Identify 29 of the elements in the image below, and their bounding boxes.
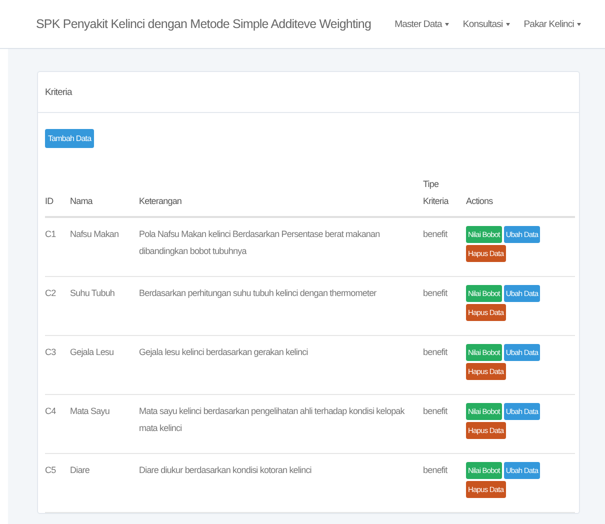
panel-title: Kriteria <box>38 72 579 113</box>
table-cell: Gejala Lesu <box>70 336 139 395</box>
nav-menu[interactable]: Konsultasi <box>462 18 510 30</box>
table-cell: Diare diukur berdasarkan kondisi kotoran kelinci <box>139 454 423 513</box>
caret-icon <box>506 22 510 26</box>
caret-icon <box>577 22 581 26</box>
table-cell: Diare <box>70 454 139 513</box>
nav-menu[interactable]: Master Data <box>394 18 449 30</box>
table-cell: C5 <box>45 454 70 513</box>
table-cell: Pola Nafsu Makan kelinci Berdasarkan Persentase berat makanan dibandingkan bobot tubuhnya <box>139 217 423 277</box>
caret-icon <box>444 22 449 26</box>
nav-menu[interactable]: Pakar Kelinci <box>524 18 581 30</box>
column-header: Nama <box>70 176 139 218</box>
table-cell: C1 <box>45 217 70 277</box>
table-cell: Mata sayu kelinci berdasarkan pengelihatan ahli terhadap kondisi kelopak mata kelinci <box>139 394 423 454</box>
column-header: Actions <box>466 176 575 218</box>
table-cell: Mata Sayu <box>70 394 139 454</box>
table-cell: Suhu Tubuh <box>70 276 139 336</box>
table-cell: C2 <box>45 276 70 336</box>
table-cell: C4 <box>45 394 70 454</box>
column-header: Tipe Kriteria <box>423 176 466 218</box>
add-data-button[interactable]: Tambah Data <box>45 129 94 148</box>
table-cell: Berdasarkan perhitungan suhu tubuh kelinci dengan thermometer <box>139 276 423 336</box>
column-header: ID <box>45 176 70 218</box>
app-title[interactable]: SPK Penyakit Kelinci dengan Metode Simple Additeve Weighting <box>36 17 395 31</box>
table-cell: Nafsu Makan <box>70 217 139 277</box>
column-header: Keterangan <box>139 176 423 218</box>
table-cell: C3 <box>45 336 70 395</box>
table-cell: Gejala lesu kelinci berdasarkan gerakan kelinci <box>139 336 423 395</box>
